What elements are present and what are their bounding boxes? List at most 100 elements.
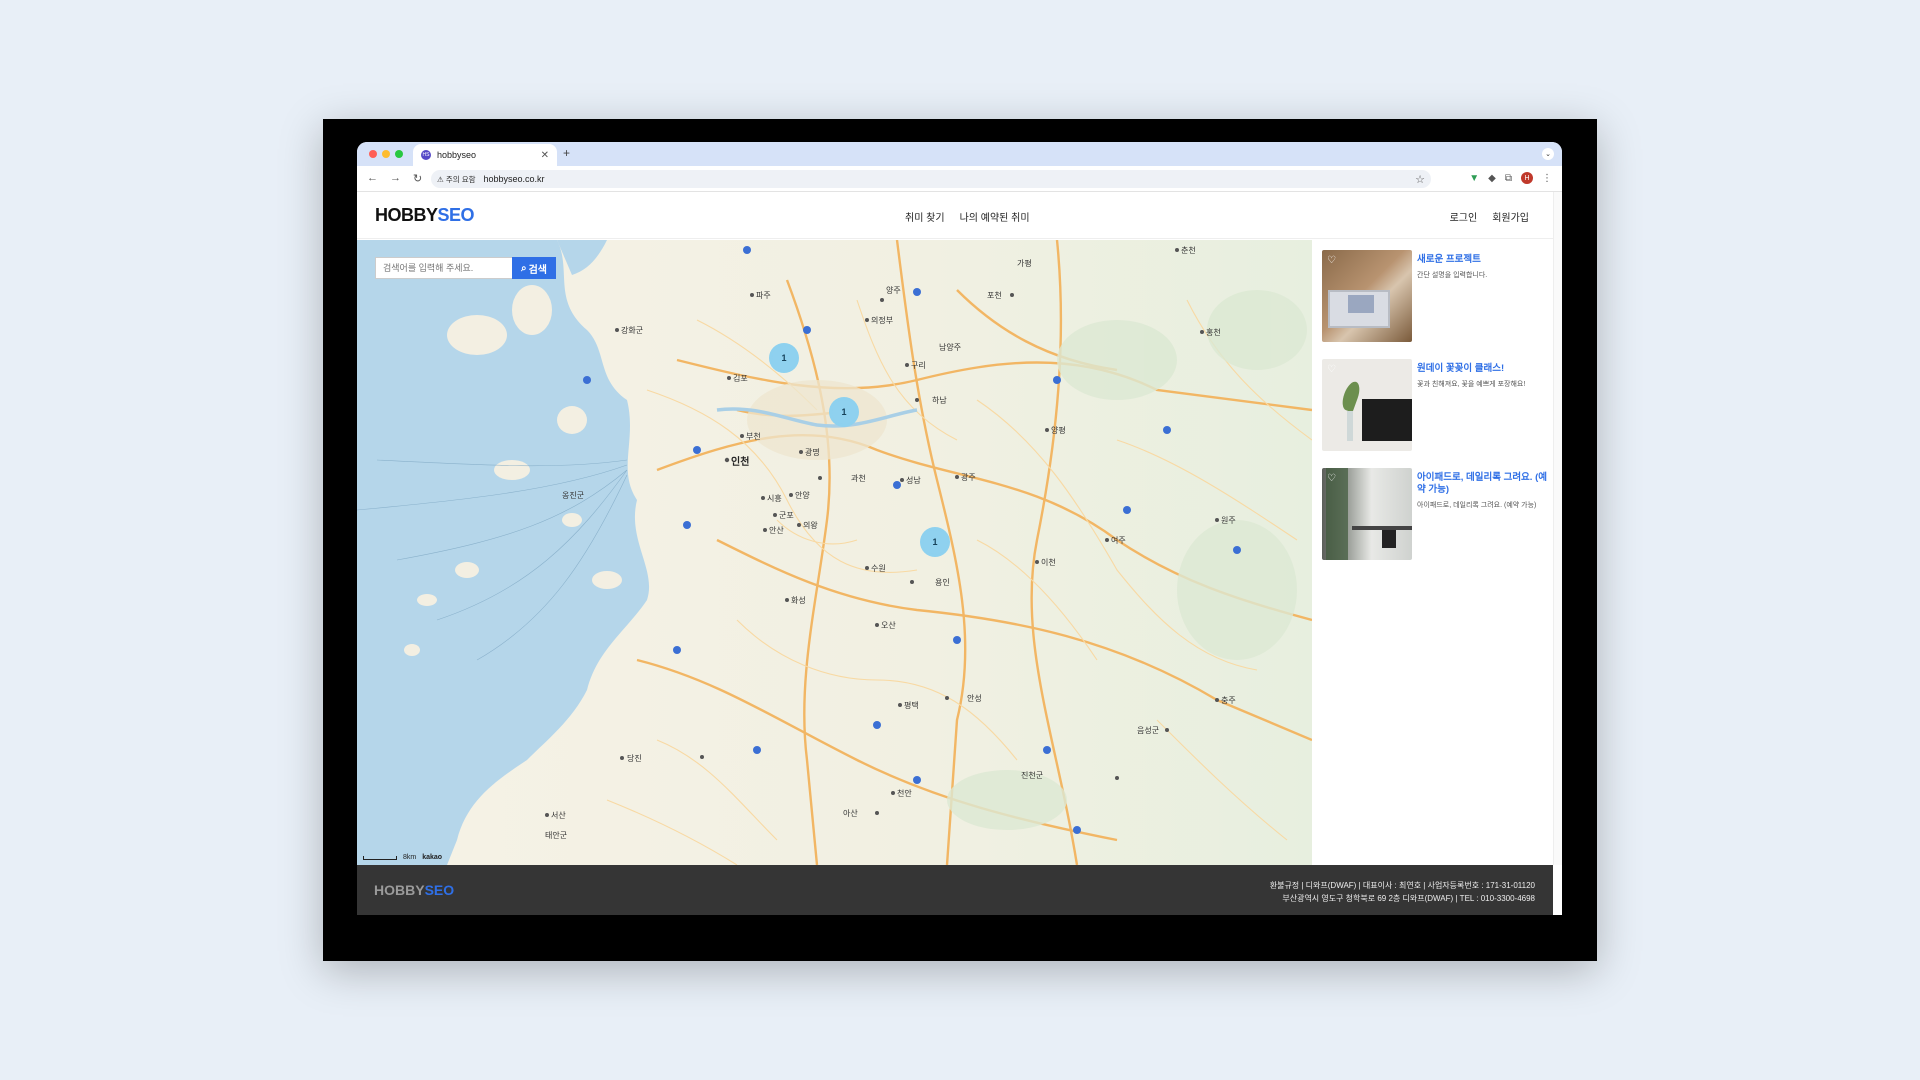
tab-title: hobbyseo [437, 150, 477, 160]
heart-icon[interactable]: ♡ [1327, 473, 1336, 484]
city-label: 안성 [967, 694, 982, 703]
photo-image [1348, 295, 1374, 313]
city-labels: 인천 김포 부천 광명 안양 시흥 군포 의왕 안산 수원 용인 성남 광주 하… [357, 240, 1312, 865]
tab-search-icon[interactable]: ⌄ [1542, 148, 1554, 160]
search-button-label: 검색 [528, 264, 547, 276]
browser-menu-icon[interactable]: ⋮ [1542, 173, 1552, 184]
maximize-window-button[interactable] [395, 150, 403, 158]
nav-my-reserved-hobby[interactable]: 나의 예약된 취미 [960, 209, 1030, 224]
listing-title[interactable]: 원데이 꽃꽂이 클래스! [1417, 363, 1547, 375]
city-label: 의정부 [871, 316, 894, 325]
nav-find-hobby[interactable]: 취미 찾기 [905, 209, 945, 224]
listing-card[interactable]: ♡ 아이패드로, 데일리록 그려요. (예약 가능) 아이패드로, 데일리록 그… [1322, 468, 1547, 560]
site-logo[interactable]: HOBBYSEO [375, 205, 475, 226]
main-nav: 취미 찾기 나의 예약된 취미 [905, 209, 1030, 224]
city-label: 의왕 [803, 521, 818, 530]
page-scrollbar[interactable] [1553, 192, 1562, 865]
city-label: 포천 [987, 291, 1002, 300]
vase-image [1347, 411, 1353, 441]
profile-avatar[interactable]: H [1521, 172, 1533, 184]
login-link[interactable]: 로그인 [1450, 209, 1478, 224]
map-cluster-marker[interactable]: 1 [829, 397, 859, 427]
map-cluster-marker[interactable]: 1 [769, 343, 799, 373]
search-input[interactable] [375, 257, 512, 279]
city-label: 강화군 [621, 326, 644, 335]
puzzle-extensions-icon[interactable]: ⧉ [1505, 173, 1512, 184]
map-scale: 8km kakao [363, 854, 442, 861]
map-search: ⌕검색 [375, 257, 556, 279]
close-tab-icon[interactable]: ✕ [541, 150, 549, 161]
site-header: HOBBYSEO 취미 찾기 나의 예약된 취미 로그인 회원가입 [357, 192, 1553, 239]
listing-title[interactable]: 새로운 프로젝트 [1417, 254, 1547, 266]
bookmark-star-icon[interactable]: ☆ [1415, 173, 1425, 186]
footer-logo[interactable]: HOBBYSEO [374, 882, 454, 898]
security-warning[interactable]: ⚠ 주의 요함 [437, 174, 476, 185]
listing-description: 간단 설명을 입력합니다. [1417, 272, 1488, 279]
city-label: 화성 [791, 596, 806, 605]
city-label: 당진 [627, 754, 642, 763]
back-icon[interactable]: ← [367, 172, 378, 185]
listing-title[interactable]: 아이패드로, 데일리록 그려요. (예약 가능) [1417, 472, 1547, 496]
city-label: 하남 [932, 396, 947, 405]
search-button[interactable]: ⌕ 검색 [512, 257, 556, 279]
heart-icon[interactable]: ♡ [1327, 364, 1336, 375]
forward-icon[interactable]: → [390, 172, 401, 185]
city-label: 춘천 [1181, 246, 1196, 255]
city-label: 군포 [779, 511, 794, 520]
browser-window: HS hobbyseo ✕ + ⌄ ← → ↻ ⚠ 주의 요함 hobbyseo… [357, 142, 1562, 915]
listing-thumbnail[interactable]: ♡ [1322, 359, 1412, 451]
search-icon: ⌕ [520, 262, 527, 274]
heart-icon[interactable]: ♡ [1327, 255, 1336, 266]
city-label: 인천 [731, 457, 750, 468]
city-label: 부천 [746, 432, 761, 441]
city-label: 광명 [805, 448, 820, 457]
auth-links: 로그인 회원가입 [1450, 209, 1529, 224]
site-footer: HOBBYSEO 환불규정 | 디와프(DWAF) | 대표이사 : 최연호 |… [357, 865, 1553, 915]
city-label: 구리 [911, 361, 926, 370]
extensions-area: ▼ ◆ ⧉ H ⋮ [1469, 172, 1552, 184]
address-bar[interactable]: ⚠ 주의 요함 hobbyseo.co.kr ☆ [431, 170, 1431, 188]
listing-description: 꽃과 친해져요, 꽃을 예쁘게 포장해요! [1417, 381, 1526, 388]
map-provider-logo: kakao [422, 854, 443, 861]
listing-thumbnail[interactable]: ♡ [1322, 250, 1412, 342]
city-label: 과천 [851, 474, 866, 483]
city-label: 성남 [906, 476, 921, 485]
shield-extension-icon[interactable]: ◆ [1488, 173, 1496, 184]
city-label: 충주 [1221, 696, 1236, 705]
footer-logo-hobby: HOBBY [374, 882, 425, 898]
city-label: 용인 [935, 578, 950, 587]
footer-line-1: 환불규정 | 디와프(DWAF) | 대표이사 : 최연호 | 사업자등록번호 … [1269, 881, 1535, 890]
city-label: 안양 [795, 491, 810, 500]
listing-description: 아이패드로, 데일리록 그려요. (예약 가능) [1417, 502, 1537, 509]
listing-thumbnail[interactable]: ♡ [1322, 468, 1412, 560]
listing-card[interactable]: ♡ 새로운 프로젝트 간단 설명을 입력합니다. [1322, 250, 1547, 342]
browser-tab[interactable]: HS hobbyseo ✕ [413, 144, 557, 166]
city-label: 양평 [1051, 426, 1066, 435]
close-window-button[interactable] [369, 150, 377, 158]
city-label: 김포 [733, 374, 748, 383]
vue-extension-icon[interactable]: ▼ [1469, 173, 1479, 184]
url-text: hobbyseo.co.kr [483, 174, 545, 184]
footer-company-info: 환불규정 | 디와프(DWAF) | 대표이사 : 최연호 | 사업자등록번호 … [1270, 879, 1535, 905]
footer-line-2: 부산광역시 영도구 청학북로 69 2층 디와프(DWAF) | TEL : 0… [1282, 894, 1535, 903]
city-label: 홍천 [1206, 328, 1221, 337]
reload-icon[interactable]: ↻ [413, 172, 422, 185]
city-label: 음성군 [1137, 726, 1160, 735]
map-view[interactable]: 인천 김포 부천 광명 안양 시흥 군포 의왕 안산 수원 용인 성남 광주 하… [357, 240, 1312, 865]
city-label: 오산 [881, 621, 896, 630]
signup-link[interactable]: 회원가입 [1492, 209, 1529, 224]
map-cluster-marker[interactable]: 1 [920, 527, 950, 557]
city-label: 가평 [1017, 259, 1032, 268]
city-label: 진천군 [1021, 771, 1044, 780]
window-controls [369, 150, 403, 158]
plant-leaf-image [1339, 379, 1363, 413]
scale-bar [363, 855, 397, 860]
city-label: 안산 [769, 526, 784, 535]
browser-toolbar: ← → ↻ ⚠ 주의 요함 hobbyseo.co.kr ☆ ▼ ◆ ⧉ H ⋮ [357, 166, 1562, 192]
city-label: 서산 [551, 811, 566, 820]
listing-card[interactable]: ♡ 원데이 꽃꽂이 클래스! 꽃과 친해져요, 꽃을 예쁘게 포장해요! [1322, 359, 1547, 451]
new-tab-icon[interactable]: + [563, 146, 570, 160]
city-label: 천안 [897, 789, 912, 798]
city-label: 파주 [756, 291, 771, 300]
minimize-window-button[interactable] [382, 150, 390, 158]
